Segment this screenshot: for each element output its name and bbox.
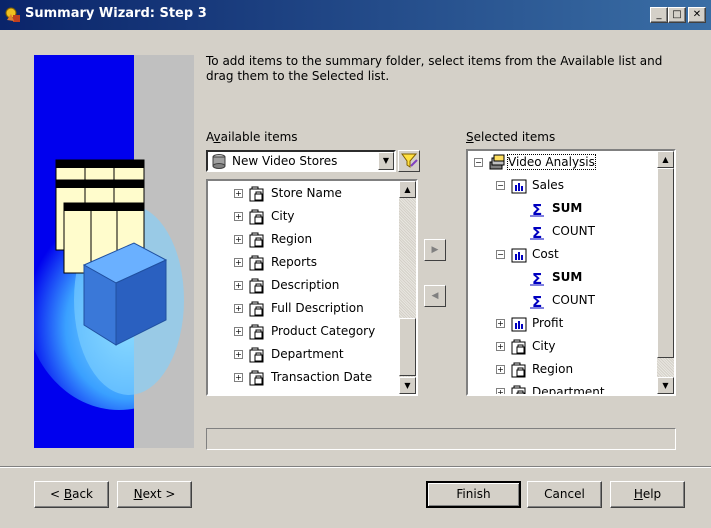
expand-icon[interactable]: +	[496, 388, 505, 394]
separator	[0, 466, 711, 468]
tree-item-label: Transaction Date	[271, 370, 373, 384]
business-area-icon	[212, 154, 226, 169]
wizard-side-image	[34, 55, 194, 448]
chevron-down-icon[interactable]: ▼	[378, 152, 394, 170]
tree-item-label: Department	[532, 385, 605, 396]
selected-items-tree[interactable]: − Video Analysis − Sales Σ SUM Σ COUNT − Cost Σ SUM…	[466, 149, 676, 396]
expand-icon[interactable]: +	[496, 319, 505, 328]
folder-icon	[249, 278, 264, 294]
sigma-icon: Σ	[530, 293, 544, 310]
measure-icon	[511, 248, 527, 263]
tree-item-label: Full Description	[271, 301, 364, 315]
expand-icon[interactable]: +	[234, 350, 243, 359]
back-button[interactable]: < Back	[34, 481, 109, 508]
tree-item-label: Sales	[532, 178, 564, 192]
scroll-thumb[interactable]	[657, 168, 674, 358]
folder-icon	[249, 255, 264, 271]
scroll-down-icon[interactable]: ▼	[657, 377, 674, 394]
tree-item-label: City	[532, 339, 556, 353]
expand-icon[interactable]: +	[496, 342, 505, 351]
expand-icon[interactable]: +	[234, 373, 243, 382]
scroll-down-icon[interactable]: ▼	[399, 377, 416, 394]
folder-icon	[249, 186, 264, 202]
tree-item-label: SUM	[552, 270, 583, 284]
tree-item-label: Department	[271, 347, 344, 361]
sigma-icon: Σ	[530, 270, 544, 287]
next-button[interactable]: Next >	[117, 481, 192, 508]
folder-icon	[249, 324, 264, 340]
remove-item-button[interactable]: ◀	[424, 285, 446, 307]
tree-item-label: SUM	[552, 201, 583, 215]
expand-icon[interactable]: +	[496, 365, 505, 374]
collapse-icon[interactable]: −	[474, 158, 483, 167]
folder-icon	[249, 370, 264, 386]
selected-items-label: Selected items	[466, 130, 556, 144]
sigma-icon: Σ	[530, 201, 544, 218]
expand-icon[interactable]: +	[234, 189, 243, 198]
instruction-text: To add items to the summary folder, sele…	[206, 54, 663, 83]
business-area-dropdown[interactable]: New Video Stores ▼	[206, 150, 396, 172]
maximize-button[interactable]: □	[668, 7, 686, 23]
measure-icon	[511, 179, 527, 194]
window-title: Summary Wizard: Step 3	[25, 6, 207, 21]
tree-item-label: Profit	[532, 316, 564, 330]
cancel-button[interactable]: Cancel	[527, 481, 602, 508]
folder-icon	[511, 339, 526, 355]
wizard-icon	[5, 7, 20, 22]
expand-icon[interactable]: +	[234, 327, 243, 336]
tree-item-label: Cost	[532, 247, 559, 261]
expand-icon[interactable]: +	[234, 304, 243, 313]
measure-icon	[511, 317, 527, 332]
close-button[interactable]: ✕	[688, 7, 706, 23]
folder-icon	[249, 347, 264, 363]
title-bar: Summary Wizard: Step 3 _ □ ✕	[0, 0, 711, 30]
available-items-tree[interactable]: + Store Name + City + Region + Reports + Descript…	[206, 179, 418, 396]
folder-icon	[249, 232, 264, 248]
tree-item-label: Reports	[271, 255, 318, 269]
tree-item-label: COUNT	[552, 293, 595, 307]
folder-icon	[249, 209, 264, 225]
tree-item-label: Product Category	[271, 324, 376, 338]
tree-item-label: Description	[271, 278, 340, 292]
svg-text:Σ: Σ	[532, 293, 542, 310]
folder-icon	[249, 301, 264, 317]
wizard-illustration	[34, 55, 194, 448]
expand-icon[interactable]: +	[234, 212, 243, 221]
summary-folder-icon	[489, 154, 505, 170]
tree-item-label: City	[271, 209, 295, 223]
tree-item-label: Region	[532, 362, 574, 376]
tree-root-label: Video Analysis	[507, 154, 596, 170]
folder-icon	[511, 385, 526, 394]
expand-icon[interactable]: +	[234, 258, 243, 267]
status-area	[206, 428, 676, 450]
finish-button[interactable]: Finish	[426, 481, 521, 508]
tree-item-label: Store Name	[271, 186, 342, 200]
minimize-button[interactable]: _	[650, 7, 668, 23]
svg-text:Σ: Σ	[532, 224, 542, 241]
help-button[interactable]: Help	[610, 481, 685, 508]
filter-button[interactable]	[398, 150, 420, 172]
available-scrollbar[interactable]: ▲ ▼	[399, 181, 416, 394]
expand-icon[interactable]: −	[496, 181, 505, 190]
scroll-up-icon[interactable]: ▲	[399, 181, 416, 198]
selected-scrollbar[interactable]: ▲ ▼	[657, 151, 674, 394]
add-item-button[interactable]: ▶	[424, 239, 446, 261]
filter-icon	[401, 153, 418, 168]
scroll-thumb[interactable]	[399, 318, 416, 376]
available-items-label: Available items	[206, 130, 298, 144]
svg-text:Σ: Σ	[532, 270, 542, 287]
sigma-icon: Σ	[530, 224, 544, 241]
folder-icon	[511, 362, 526, 378]
scroll-up-icon[interactable]: ▲	[657, 151, 674, 168]
expand-icon[interactable]: +	[234, 235, 243, 244]
expand-icon[interactable]: −	[496, 250, 505, 259]
business-area-value: New Video Stores	[232, 154, 338, 168]
tree-item-label: COUNT	[552, 224, 595, 238]
expand-icon[interactable]: +	[234, 281, 243, 290]
tree-item-label: Region	[271, 232, 313, 246]
svg-text:Σ: Σ	[532, 201, 542, 218]
